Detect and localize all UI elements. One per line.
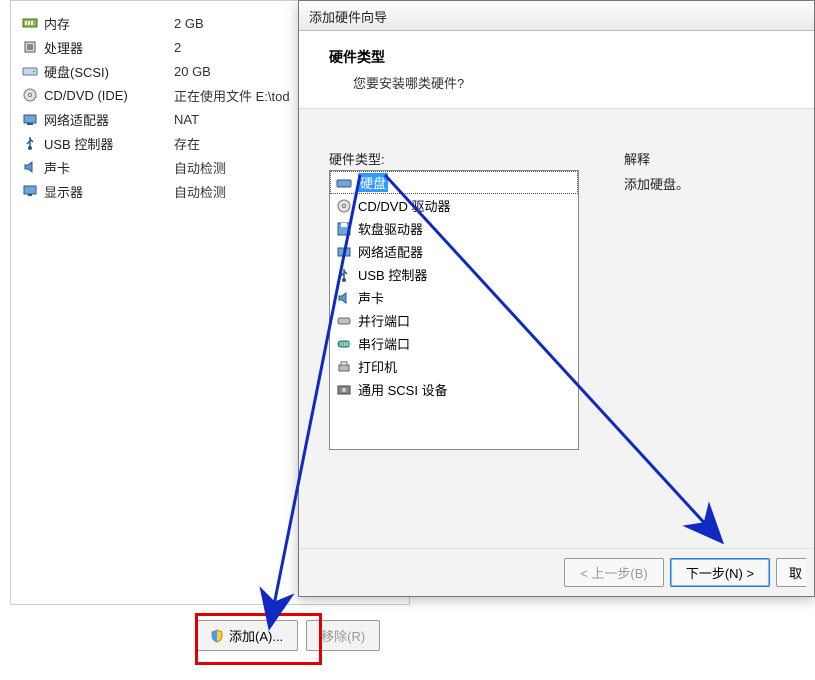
setting-value: NAT (174, 112, 199, 127)
hw-item-label: 软盘驱动器 (358, 219, 423, 238)
floppy-icon (336, 221, 352, 237)
hw-item-label: 并行端口 (358, 311, 410, 330)
cd-icon (336, 198, 352, 214)
wizard-title: 添加硬件向导 (309, 10, 387, 25)
network-icon (336, 244, 352, 260)
hdd-icon (21, 62, 39, 80)
setting-label: 硬盘(SCSI) (44, 62, 174, 81)
remove-hardware-button: 移除(R) (306, 620, 380, 651)
sound-icon (21, 158, 39, 176)
hw-item-hdd[interactable]: 硬盘 (330, 171, 578, 194)
setting-value: 20 GB (174, 64, 211, 79)
hw-item-label: USB 控制器 (358, 265, 427, 284)
hardware-types-label: 硬件类型: (329, 149, 579, 168)
setting-label: 网络适配器 (44, 110, 174, 129)
hw-item-label: CD/DVD 驱动器 (358, 196, 450, 215)
hdd-icon (336, 175, 352, 191)
network-icon (21, 110, 39, 128)
hw-item-parallel[interactable]: 并行端口 (330, 309, 578, 332)
remove-button-label: 移除(R) (321, 626, 365, 645)
setting-label: 内存 (44, 14, 174, 33)
setting-label: USB 控制器 (44, 134, 174, 153)
hardware-buttons: 添加(A)... 移除(R) (195, 620, 380, 651)
hw-item-serial[interactable]: 0101 串行端口 (330, 332, 578, 355)
sound-icon (336, 290, 352, 306)
setting-value: 2 (174, 40, 181, 55)
add-button-label: 添加(A)... (229, 626, 283, 645)
wizard-titlebar[interactable]: 添加硬件向导 (299, 1, 814, 31)
cpu-icon (21, 38, 39, 56)
setting-value: 自动检测 (174, 158, 226, 177)
svg-text:0101: 0101 (340, 342, 351, 348)
wizard-next-button[interactable]: 下一步(N) > (670, 558, 770, 587)
display-icon (21, 182, 39, 200)
hw-item-label: 串行端口 (358, 334, 410, 353)
hw-item-scsi[interactable]: 通用 SCSI 设备 (330, 378, 578, 401)
hw-item-label: 打印机 (358, 357, 397, 376)
scsi-icon (336, 382, 352, 398)
setting-label: 显示器 (44, 182, 174, 201)
wizard-body: 硬件类型: 硬盘 CD/DVD 驱动器 软盘驱动器 网络适配器 USB 控制器 … (299, 109, 814, 569)
setting-value: 正在使用文件 E:\tod (174, 86, 290, 105)
hw-item-label: 声卡 (358, 288, 384, 307)
setting-label: CD/DVD (IDE) (44, 88, 174, 103)
explain-text: 添加硬盘。 (624, 174, 689, 193)
setting-label: 处理器 (44, 38, 174, 57)
hw-item-label: 网络适配器 (358, 242, 423, 261)
usb-icon (336, 267, 352, 283)
printer-icon (336, 359, 352, 375)
shield-icon (210, 629, 224, 643)
setting-value: 2 GB (174, 16, 204, 31)
add-hardware-button[interactable]: 添加(A)... (195, 620, 298, 651)
memory-icon (21, 14, 39, 32)
hardware-types-listbox[interactable]: 硬盘 CD/DVD 驱动器 软盘驱动器 网络适配器 USB 控制器 声卡 并行端… (329, 170, 579, 450)
wizard-footer: < 上一步(B) 下一步(N) > 取 (299, 548, 814, 596)
wizard-cancel-button[interactable]: 取 (776, 558, 806, 587)
setting-value: 存在 (174, 134, 200, 153)
wizard-header-title: 硬件类型 (329, 47, 784, 67)
setting-value: 自动检测 (174, 182, 226, 201)
hw-item-usb[interactable]: USB 控制器 (330, 263, 578, 286)
hw-item-floppy[interactable]: 软盘驱动器 (330, 217, 578, 240)
hw-item-label: 硬盘 (358, 173, 388, 192)
wizard-back-button: < 上一步(B) (564, 558, 664, 587)
serial-icon: 0101 (336, 336, 352, 352)
hw-item-printer[interactable]: 打印机 (330, 355, 578, 378)
cd-icon (21, 86, 39, 104)
hw-item-sound[interactable]: 声卡 (330, 286, 578, 309)
hw-item-network[interactable]: 网络适配器 (330, 240, 578, 263)
parallel-icon (336, 313, 352, 329)
hw-item-label: 通用 SCSI 设备 (358, 380, 448, 399)
wizard-header: 硬件类型 您要安装哪类硬件? (299, 31, 814, 109)
usb-icon (21, 134, 39, 152)
setting-label: 声卡 (44, 158, 174, 177)
wizard-header-subtitle: 您要安装哪类硬件? (353, 73, 784, 92)
add-hardware-wizard-dialog: 添加硬件向导 硬件类型 您要安装哪类硬件? 硬件类型: 硬盘 CD/DVD 驱动… (298, 0, 815, 597)
hw-item-cddvd[interactable]: CD/DVD 驱动器 (330, 194, 578, 217)
explain-label: 解释 (624, 149, 689, 168)
